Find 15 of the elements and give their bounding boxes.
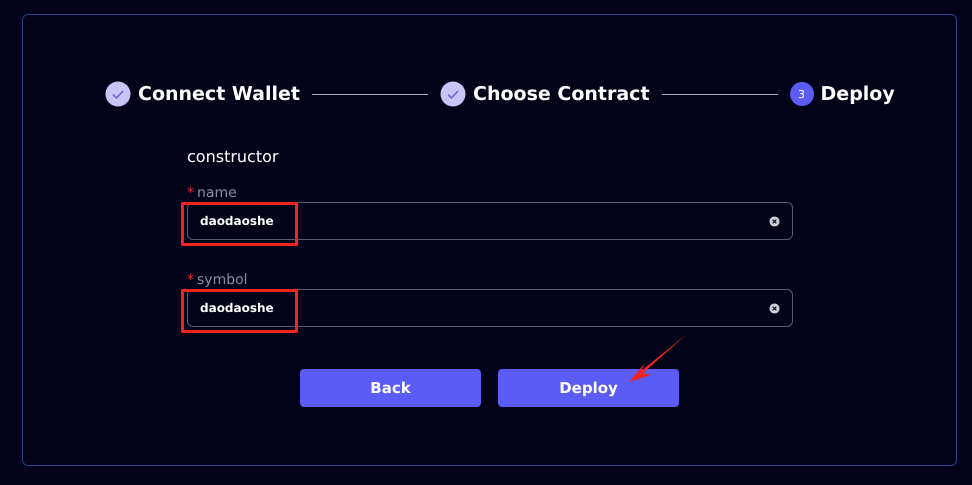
input-field[interactable]: daodaoshe [187, 202, 793, 240]
required-mark: * [187, 272, 194, 288]
field-label: symbol [197, 272, 248, 288]
step-label: Choose Contract [473, 83, 650, 105]
step-label: Deploy [820, 83, 895, 105]
required-mark: * [187, 185, 194, 201]
deploy-button[interactable]: Deploy [498, 369, 679, 407]
clear-icon[interactable] [769, 216, 780, 226]
input-field[interactable]: daodaoshe [187, 289, 793, 327]
step-label: Connect Wallet [138, 83, 300, 105]
field-label: name [197, 185, 237, 201]
back-button[interactable]: Back [300, 369, 481, 407]
section-title: constructor [187, 147, 280, 168]
step-number: 3 [790, 82, 814, 106]
clear-icon[interactable] [769, 302, 780, 314]
